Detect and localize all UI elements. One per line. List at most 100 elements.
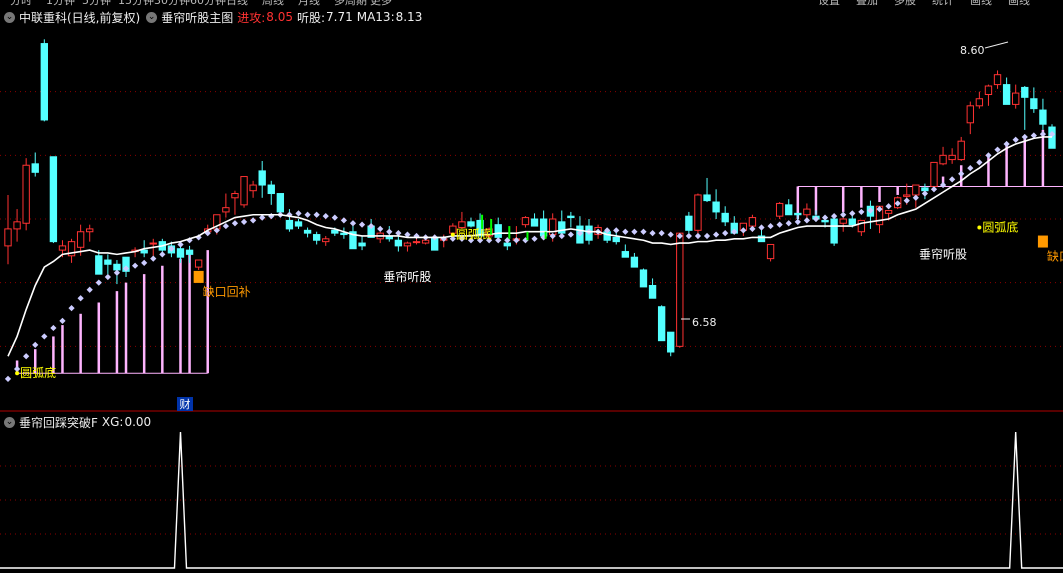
- attack-dot: [658, 230, 665, 237]
- attack-dot: [59, 317, 66, 324]
- attack-dot: [930, 186, 938, 193]
- period-tab[interactable]: 多周期: [334, 0, 367, 6]
- sub-indicator-chart[interactable]: [0, 412, 1063, 573]
- candle-body: [340, 232, 348, 236]
- candle-body: [249, 184, 257, 192]
- period-tab[interactable]: 日线: [226, 0, 248, 6]
- arc-marker: [977, 225, 982, 230]
- candle-body: [312, 234, 321, 241]
- attack-dot: [921, 190, 929, 197]
- period-tab[interactable]: 周线: [262, 0, 284, 6]
- attack-dot: [567, 231, 574, 238]
- attack-dot: [340, 217, 348, 224]
- attack-dot: [495, 237, 502, 244]
- candle-body: [1021, 86, 1029, 98]
- candle-body: [721, 212, 729, 223]
- attack-dot: [694, 232, 702, 240]
- candle-body: [748, 217, 757, 227]
- candle-body: [966, 105, 974, 124]
- candle-body: [993, 74, 1002, 86]
- candle-body: [984, 85, 993, 95]
- candle-body: [521, 217, 530, 226]
- attack-dot: [250, 217, 257, 224]
- xg-signal-line: [0, 431, 1063, 569]
- attack-dot: [377, 225, 384, 233]
- attack-dot: [313, 211, 320, 218]
- attack-dot: [885, 203, 892, 210]
- candle-body: [775, 202, 784, 217]
- gap-fill-label: 缺口回补: [203, 284, 251, 299]
- toolbar-tab[interactable]: 设置: [818, 0, 840, 6]
- attack-dot: [77, 295, 84, 302]
- attack-dot: [231, 220, 239, 227]
- candle-body: [4, 228, 12, 247]
- attack-dot: [150, 255, 157, 262]
- attack-dot: [141, 259, 148, 266]
- period-tab[interactable]: 15分钟: [118, 0, 154, 6]
- attack-dot: [32, 341, 39, 349]
- period-tab[interactable]: 分时: [10, 0, 32, 6]
- period-tab[interactable]: 60分钟: [190, 0, 226, 6]
- candle-body: [621, 251, 629, 258]
- candle-body: [639, 269, 648, 288]
- attack-dot: [304, 211, 311, 218]
- arc-bottom-label: 圆弧底: [20, 365, 56, 380]
- period-tab[interactable]: 30分钟: [154, 0, 190, 6]
- attack-dot: [95, 279, 102, 286]
- candle-body: [667, 331, 675, 353]
- chevron-down-icon[interactable]: ⌄: [4, 11, 15, 23]
- candle-body: [948, 154, 956, 161]
- period-tab[interactable]: 5分钟: [82, 0, 111, 6]
- attack-dot: [649, 230, 656, 237]
- attack-dot: [903, 197, 910, 204]
- candle-body: [1030, 98, 1038, 110]
- attack-dot: [240, 218, 248, 225]
- attack-dot: [159, 251, 166, 258]
- attack-dot: [1021, 133, 1028, 141]
- attack-dot: [785, 220, 792, 227]
- attack-dot: [1012, 136, 1019, 143]
- attack-dot: [849, 210, 856, 217]
- candle-body: [921, 187, 929, 192]
- candle-body: [930, 161, 938, 187]
- candle-body: [185, 249, 194, 255]
- arc-bottom-label: 圆弧底: [456, 227, 492, 242]
- toolbar-tab[interactable]: 画线: [1008, 0, 1030, 6]
- arc-bottom-label: 圆弧底: [982, 219, 1018, 234]
- indicator-chevron-icon[interactable]: ⌄: [146, 11, 158, 23]
- period-tab[interactable]: 更多: [370, 0, 392, 6]
- high-price-label: 8.60: [960, 44, 985, 57]
- toolbar-tab[interactable]: 叠加: [856, 0, 878, 6]
- candle-body: [303, 229, 312, 234]
- candle-body: [421, 239, 430, 244]
- attack-dot: [631, 228, 638, 235]
- candle-body: [803, 208, 811, 216]
- candle-body: [58, 245, 67, 251]
- attack-dot: [967, 164, 974, 172]
- candle-body: [331, 229, 339, 234]
- candle-body: [530, 218, 539, 227]
- candle-body: [403, 242, 412, 247]
- candle-body: [1012, 92, 1020, 105]
- attack-dot: [722, 230, 729, 237]
- attack-dot: [295, 210, 302, 217]
- gap-fill-label: 缺口回补: [1047, 249, 1063, 264]
- attack-dot: [358, 221, 366, 228]
- candle-body: [258, 170, 266, 186]
- attack-dot: [776, 221, 783, 228]
- candle-body: [657, 306, 666, 342]
- candle-body: [104, 259, 112, 265]
- attack-dot: [794, 218, 801, 225]
- candle-body: [222, 207, 230, 213]
- period-tab[interactable]: 月线: [298, 0, 320, 6]
- toolbar-tab[interactable]: 统计: [932, 0, 954, 6]
- toolbar-tab[interactable]: 画线: [970, 0, 992, 6]
- main-price-chart[interactable]: 垂帘听股垂帘听股垂帘听股垂帘听股垂帘听股缺口回补缺口回补缺口回补圆弧底圆弧底圆弧…: [0, 22, 1063, 412]
- period-tab[interactable]: 1分钟: [46, 0, 75, 6]
- candle-body: [712, 201, 720, 213]
- toolbar-tab[interactable]: 多股: [894, 0, 916, 6]
- candle-body: [31, 163, 39, 173]
- candle-body: [612, 236, 620, 243]
- attack-dot: [558, 232, 565, 240]
- period-tab-bar: 分时 1分钟 5分钟 15分钟30分钟60分钟日线 周线 月线 多周期更多 设置 叠加 多股 统计 画…: [0, 0, 1063, 6]
